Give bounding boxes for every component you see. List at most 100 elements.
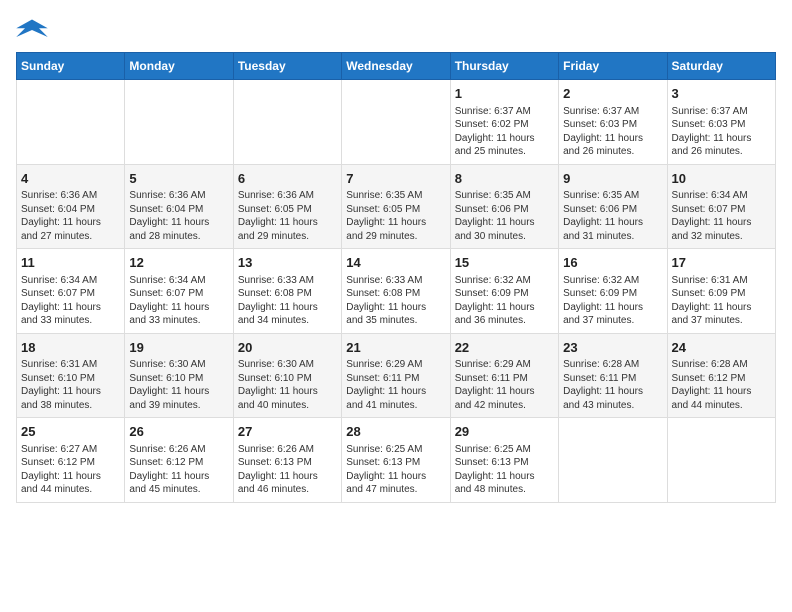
day-number: 11 — [21, 254, 120, 272]
cell-content: Sunrise: 6:37 AM Sunset: 6:03 PM Dayligh… — [672, 105, 771, 159]
day-number: 3 — [672, 85, 771, 103]
calendar-cell: 28 Sunrise: 6:25 AM Sunset: 6:13 PM Dayli… — [342, 418, 450, 503]
cell-content: Sunrise: 6:36 AM Sunset: 6:04 PM Dayligh… — [129, 189, 228, 243]
logo — [16, 16, 52, 44]
cell-content: Sunrise: 6:34 AM Sunset: 6:07 PM Dayligh… — [129, 274, 228, 328]
day-number: 21 — [346, 339, 445, 357]
cell-content: Sunrise: 6:28 AM Sunset: 6:11 PM Dayligh… — [563, 358, 662, 412]
cell-content: Sunrise: 6:26 AM Sunset: 6:13 PM Dayligh… — [238, 443, 337, 497]
calendar-cell: 8Sunrise: 6:35 AM Sunset: 6:06 PM Daylig… — [450, 164, 558, 249]
cell-content: Sunrise: 6:30 AM Sunset: 6:10 PM Dayligh… — [129, 358, 228, 412]
cell-content: Sunrise: 6:33 AM Sunset: 6:08 PM Dayligh… — [238, 274, 337, 328]
day-number: 13 — [238, 254, 337, 272]
cell-content: Sunrise: 6:37 AM Sunset: 6:02 PM Dayligh… — [455, 105, 554, 159]
cell-content: Sunrise: 6:36 AM Sunset: 6:04 PM Dayligh… — [21, 189, 120, 243]
day-number: 25 — [21, 423, 120, 441]
day-number: 14 — [346, 254, 445, 272]
calendar-cell: 27 Sunrise: 6:26 AM Sunset: 6:13 PM Dayli… — [233, 418, 341, 503]
day-number: 20 — [238, 339, 337, 357]
day-number: 23 — [563, 339, 662, 357]
cell-content: Sunrise: 6:36 AM Sunset: 6:05 PM Dayligh… — [238, 189, 337, 243]
cell-content: Sunrise: 6:35 AM Sunset: 6:06 PM Dayligh… — [563, 189, 662, 243]
calendar-cell: 7Sunrise: 6:35 AM Sunset: 6:05 PM Daylig… — [342, 164, 450, 249]
day-number: 18 — [21, 339, 120, 357]
day-number: 15 — [455, 254, 554, 272]
day-number: 4 — [21, 170, 120, 188]
day-number: 17 — [672, 254, 771, 272]
calendar-cell: 16 Sunrise: 6:32 AM Sunset: 6:09 PM Dayli… — [559, 249, 667, 334]
calendar-row-0: 1 Sunrise: 6:37 AM Sunset: 6:02 PM Daylig… — [17, 80, 776, 165]
cell-content: Sunrise: 6:31 AM Sunset: 6:09 PM Dayligh… — [672, 274, 771, 328]
calendar-table: SundayMondayTuesdayWednesdayThursdayFrid… — [16, 52, 776, 503]
day-number: 2 — [563, 85, 662, 103]
day-number: 24 — [672, 339, 771, 357]
cell-content: Sunrise: 6:26 AM Sunset: 6:12 PM Dayligh… — [129, 443, 228, 497]
calendar-cell: 19Sunrise: 6:30 AM Sunset: 6:10 PM Dayli… — [125, 333, 233, 418]
calendar-cell: 9Sunrise: 6:35 AM Sunset: 6:06 PM Daylig… — [559, 164, 667, 249]
header — [16, 16, 776, 44]
weekday-header-friday: Friday — [559, 53, 667, 80]
calendar-cell: 6Sunrise: 6:36 AM Sunset: 6:05 PM Daylig… — [233, 164, 341, 249]
cell-content: Sunrise: 6:37 AM Sunset: 6:03 PM Dayligh… — [563, 105, 662, 159]
calendar-cell — [17, 80, 125, 165]
calendar-cell: 21Sunrise: 6:29 AM Sunset: 6:11 PM Dayli… — [342, 333, 450, 418]
cell-content: Sunrise: 6:30 AM Sunset: 6:10 PM Dayligh… — [238, 358, 337, 412]
calendar-cell: 25 Sunrise: 6:27 AM Sunset: 6:12 PM Dayli… — [17, 418, 125, 503]
day-number: 22 — [455, 339, 554, 357]
calendar-cell: 4Sunrise: 6:36 AM Sunset: 6:04 PM Daylig… — [17, 164, 125, 249]
calendar-cell: 22Sunrise: 6:29 AM Sunset: 6:11 PM Dayli… — [450, 333, 558, 418]
weekday-header-sunday: Sunday — [17, 53, 125, 80]
calendar-cell — [559, 418, 667, 503]
day-number: 1 — [455, 85, 554, 103]
calendar-cell: 11 Sunrise: 6:34 AM Sunset: 6:07 PM Dayli… — [17, 249, 125, 334]
cell-content: Sunrise: 6:29 AM Sunset: 6:11 PM Dayligh… — [455, 358, 554, 412]
cell-content: Sunrise: 6:29 AM Sunset: 6:11 PM Dayligh… — [346, 358, 445, 412]
day-number: 5 — [129, 170, 228, 188]
calendar-cell: 29 Sunrise: 6:25 AM Sunset: 6:13 PM Dayli… — [450, 418, 558, 503]
calendar-cell: 5Sunrise: 6:36 AM Sunset: 6:04 PM Daylig… — [125, 164, 233, 249]
calendar-cell: 24Sunrise: 6:28 AM Sunset: 6:12 PM Dayli… — [667, 333, 775, 418]
calendar-cell: 2 Sunrise: 6:37 AM Sunset: 6:03 PM Daylig… — [559, 80, 667, 165]
calendar-cell: 13 Sunrise: 6:33 AM Sunset: 6:08 PM Dayli… — [233, 249, 341, 334]
calendar-cell: 26Sunrise: 6:26 AM Sunset: 6:12 PM Dayli… — [125, 418, 233, 503]
logo-icon — [16, 16, 48, 44]
calendar-cell: 14 Sunrise: 6:33 AM Sunset: 6:08 PM Dayli… — [342, 249, 450, 334]
day-number: 6 — [238, 170, 337, 188]
calendar-cell — [342, 80, 450, 165]
day-number: 7 — [346, 170, 445, 188]
cell-content: Sunrise: 6:34 AM Sunset: 6:07 PM Dayligh… — [21, 274, 120, 328]
day-number: 16 — [563, 254, 662, 272]
cell-content: Sunrise: 6:33 AM Sunset: 6:08 PM Dayligh… — [346, 274, 445, 328]
day-number: 27 — [238, 423, 337, 441]
calendar-cell: 3 Sunrise: 6:37 AM Sunset: 6:03 PM Daylig… — [667, 80, 775, 165]
cell-content: Sunrise: 6:35 AM Sunset: 6:06 PM Dayligh… — [455, 189, 554, 243]
weekday-header-wednesday: Wednesday — [342, 53, 450, 80]
calendar-cell: 15Sunrise: 6:32 AM Sunset: 6:09 PM Dayli… — [450, 249, 558, 334]
calendar-cell: 17 Sunrise: 6:31 AM Sunset: 6:09 PM Dayli… — [667, 249, 775, 334]
cell-content: Sunrise: 6:32 AM Sunset: 6:09 PM Dayligh… — [563, 274, 662, 328]
day-number: 8 — [455, 170, 554, 188]
calendar-cell — [233, 80, 341, 165]
calendar-cell: 23Sunrise: 6:28 AM Sunset: 6:11 PM Dayli… — [559, 333, 667, 418]
day-number: 19 — [129, 339, 228, 357]
calendar-row-4: 25 Sunrise: 6:27 AM Sunset: 6:12 PM Dayli… — [17, 418, 776, 503]
calendar-cell: 1 Sunrise: 6:37 AM Sunset: 6:02 PM Daylig… — [450, 80, 558, 165]
day-number: 12 — [129, 254, 228, 272]
calendar-cell: 18Sunrise: 6:31 AM Sunset: 6:10 PM Dayli… — [17, 333, 125, 418]
calendar-cell: 20Sunrise: 6:30 AM Sunset: 6:10 PM Dayli… — [233, 333, 341, 418]
cell-content: Sunrise: 6:28 AM Sunset: 6:12 PM Dayligh… — [672, 358, 771, 412]
day-number: 29 — [455, 423, 554, 441]
cell-content: Sunrise: 6:35 AM Sunset: 6:05 PM Dayligh… — [346, 189, 445, 243]
day-number: 28 — [346, 423, 445, 441]
calendar-cell: 10Sunrise: 6:34 AM Sunset: 6:07 PM Dayli… — [667, 164, 775, 249]
cell-content: Sunrise: 6:27 AM Sunset: 6:12 PM Dayligh… — [21, 443, 120, 497]
cell-content: Sunrise: 6:25 AM Sunset: 6:13 PM Dayligh… — [455, 443, 554, 497]
cell-content: Sunrise: 6:34 AM Sunset: 6:07 PM Dayligh… — [672, 189, 771, 243]
cell-content: Sunrise: 6:25 AM Sunset: 6:13 PM Dayligh… — [346, 443, 445, 497]
weekday-header-monday: Monday — [125, 53, 233, 80]
calendar-row-1: 4Sunrise: 6:36 AM Sunset: 6:04 PM Daylig… — [17, 164, 776, 249]
weekday-header-saturday: Saturday — [667, 53, 775, 80]
weekday-header-thursday: Thursday — [450, 53, 558, 80]
calendar-cell: 12 Sunrise: 6:34 AM Sunset: 6:07 PM Dayli… — [125, 249, 233, 334]
weekday-header-tuesday: Tuesday — [233, 53, 341, 80]
